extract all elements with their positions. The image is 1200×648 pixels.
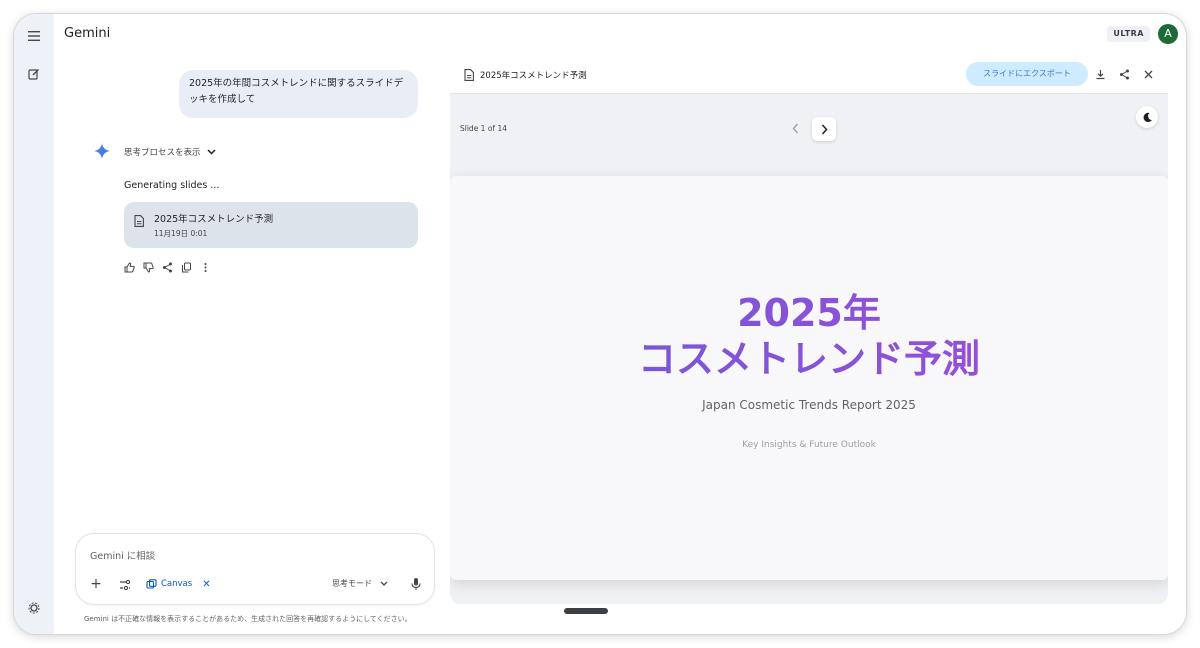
chevron-down-icon <box>206 149 216 155</box>
download-icon[interactable] <box>1094 68 1106 80</box>
canvas-chip[interactable]: Canvas ✕ <box>146 576 211 592</box>
slide-preview: 2025年 コスメトレンド予測 Japan Cosmetic Trends Re… <box>450 176 1168 580</box>
slide-counter: Slide 1 of 14 <box>460 124 507 133</box>
gemini-spark-icon <box>94 143 110 159</box>
slide-deck-card[interactable]: 2025年コスメトレンド予測 11月19日 0:01 <box>124 202 418 248</box>
canvas-header: 2025年コスメトレンド予測 スライドにエクスポート <box>450 56 1168 94</box>
app-window: Gemini ULTRA A 2025年の年間コスメトレンドに関するスライドデッ… <box>14 14 1186 634</box>
more-options-icon[interactable] <box>200 262 211 273</box>
tools-icon[interactable] <box>118 578 132 592</box>
mode-label: 思考モード <box>332 579 372 588</box>
canvas-title: 2025年コスメトレンド予測 <box>480 71 587 81</box>
mode-dropdown[interactable]: 思考モード <box>332 578 388 589</box>
deck-date: 11月19日 0:01 <box>154 229 208 238</box>
canvas-chip-label: Canvas <box>161 579 193 589</box>
dark-mode-toggle[interactable] <box>1136 106 1158 128</box>
slide-title: 2025年 コスメトレンド予測 <box>450 290 1168 382</box>
copy-icon[interactable] <box>181 262 192 273</box>
document-icon <box>134 215 144 227</box>
response-actions <box>124 262 211 273</box>
share-icon[interactable] <box>1118 68 1130 80</box>
export-to-slides-button[interactable]: スライドにエクスポート <box>966 62 1088 86</box>
chevron-left-icon <box>792 123 798 133</box>
prompt-composer: Gemini に相談 + Canvas ✕ 思考モード <box>76 534 434 604</box>
close-icon[interactable]: ✕ <box>202 579 210 590</box>
show-thinking-toggle[interactable]: 思考プロセスを表示 <box>124 146 216 158</box>
deck-title: 2025年コスメトレンド予測 <box>154 214 274 225</box>
generation-status: Generating slides ... <box>124 180 220 191</box>
previous-slide-button[interactable] <box>784 117 806 139</box>
canvas-icon <box>146 578 157 589</box>
slide-title-line-1: 2025年 <box>737 291 881 335</box>
add-attachment-button[interactable]: + <box>88 576 104 592</box>
slide-title-line-2: コスメトレンド予測 <box>637 337 980 381</box>
canvas-panel: 2025年コスメトレンド予測 スライドにエクスポート Slide 1 of 14… <box>450 56 1168 604</box>
left-rail <box>14 14 54 634</box>
chevron-right-icon <box>821 124 828 134</box>
slide-tagline: Key Insights & Future Outlook <box>742 440 876 450</box>
prompt-input[interactable]: Gemini に相談 <box>90 548 155 562</box>
user-message: 2025年の年間コスメトレンドに関するスライドデッキを作成して <box>179 70 418 118</box>
menu-icon[interactable] <box>24 26 44 46</box>
microphone-icon[interactable] <box>410 577 422 591</box>
app-title: Gemini <box>64 26 111 41</box>
plan-badge: ULTRA <box>1107 26 1150 42</box>
disclaimer: Gemini は不正確な情報を表示することがあるため、生成された回答を再確認する… <box>84 615 412 623</box>
thinking-label: 思考プロセスを表示 <box>124 148 201 158</box>
moon-icon <box>1143 112 1152 122</box>
slide-subtitle: Japan Cosmetic Trends Report 2025 <box>702 398 916 412</box>
next-slide-button[interactable] <box>812 117 836 141</box>
home-indicator[interactable] <box>564 608 608 614</box>
gear-icon[interactable] <box>24 598 44 618</box>
edit-icon[interactable] <box>24 64 44 84</box>
close-icon[interactable] <box>1142 68 1154 80</box>
thumbs-up-icon[interactable] <box>124 262 135 273</box>
share-icon[interactable] <box>162 262 173 273</box>
document-icon <box>464 69 474 81</box>
thumbs-down-icon[interactable] <box>143 262 154 273</box>
chevron-down-icon <box>380 581 388 586</box>
avatar[interactable]: A <box>1158 24 1178 44</box>
